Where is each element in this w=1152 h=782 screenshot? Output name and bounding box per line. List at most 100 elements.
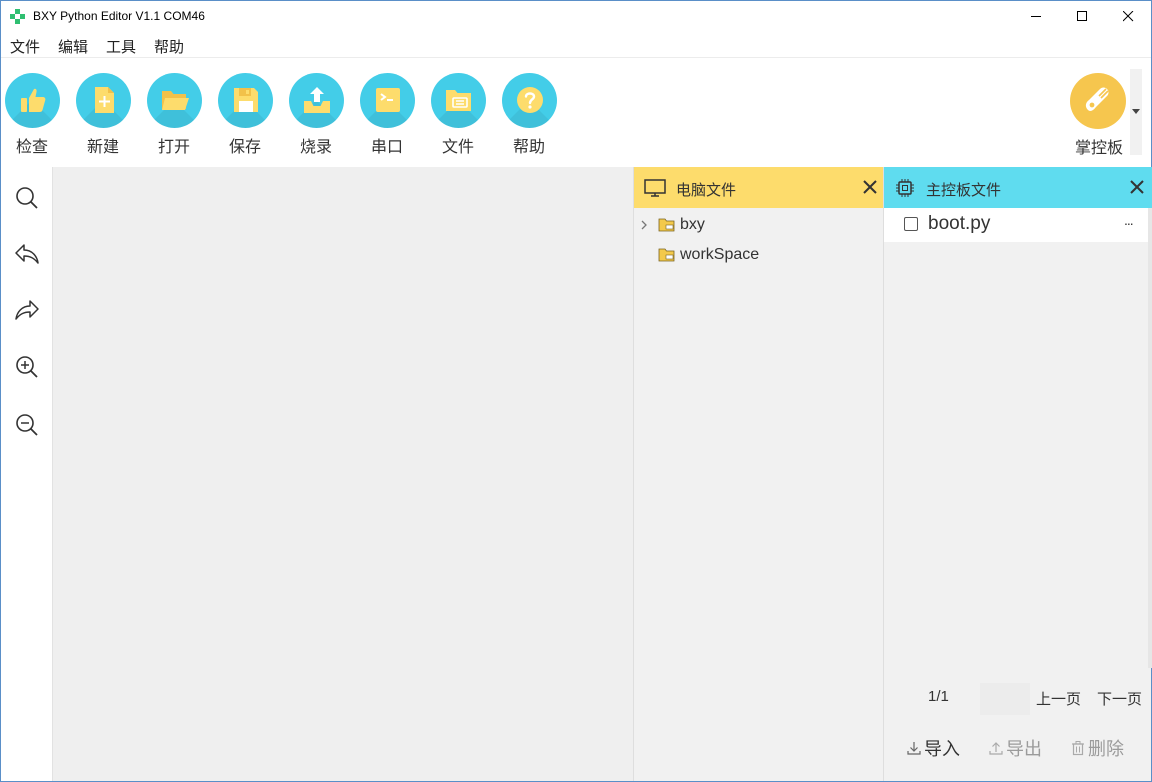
tree-item-bxy[interactable]: bxy bbox=[634, 211, 884, 239]
prev-page-button[interactable]: 上一页 bbox=[1036, 688, 1081, 709]
folder-icon bbox=[658, 218, 675, 232]
trash-icon bbox=[1072, 741, 1084, 756]
delete-button[interactable]: 删除 bbox=[1070, 735, 1124, 761]
undo-icon bbox=[15, 244, 39, 264]
toolbar: 检查 新建 打开 保存 烧录 串口 文件 帮助 掌控板 bbox=[1, 59, 1151, 167]
title-bar: BXY Python Editor V1.1 COM46 bbox=[1, 1, 1151, 32]
flash-button[interactable]: 烧录 bbox=[286, 73, 346, 157]
chevron-right-icon[interactable] bbox=[640, 219, 648, 231]
board-icon bbox=[1085, 87, 1109, 111]
computer-files-header: 电脑文件 bbox=[634, 167, 884, 208]
download-icon bbox=[907, 742, 921, 755]
check-button[interactable]: 检查 bbox=[2, 73, 62, 157]
tree-item-label: bxy bbox=[680, 216, 705, 233]
flash-circle bbox=[289, 73, 344, 128]
zoom-out-button[interactable] bbox=[12, 410, 42, 440]
open-button[interactable]: 打开 bbox=[144, 73, 204, 157]
next-page-button[interactable]: 下一页 bbox=[1097, 688, 1142, 709]
open-folder-icon bbox=[162, 91, 189, 110]
maximize-button[interactable] bbox=[1059, 1, 1105, 32]
open-circle bbox=[147, 73, 202, 128]
redo-icon bbox=[15, 300, 39, 320]
check-label: 检查 bbox=[15, 139, 48, 156]
monitor-icon bbox=[644, 179, 666, 197]
serial-button[interactable]: 串口 bbox=[357, 73, 417, 157]
new-file-icon bbox=[95, 87, 114, 113]
files-button[interactable]: 文件 bbox=[428, 73, 488, 157]
menu-bar: 文件 编辑 工具 帮助 bbox=[1, 32, 1151, 58]
delete-label: 删除 bbox=[1088, 739, 1124, 759]
file-more-button[interactable]: ... bbox=[1124, 212, 1134, 228]
save-button[interactable]: 保存 bbox=[215, 73, 275, 157]
menu-tools[interactable]: 工具 bbox=[106, 36, 136, 57]
export-button[interactable]: 导出 bbox=[988, 735, 1042, 761]
new-button[interactable]: 新建 bbox=[73, 73, 133, 157]
import-button[interactable]: 导入 bbox=[906, 735, 960, 761]
help-label: 帮助 bbox=[512, 139, 545, 156]
zoom-in-icon bbox=[16, 356, 38, 378]
files-circle bbox=[431, 73, 486, 128]
computer-files-title: 电脑文件 bbox=[676, 182, 737, 199]
undo-button[interactable] bbox=[12, 239, 42, 269]
app-window: BXY Python Editor V1.1 COM46 文件 编辑 工具 帮助… bbox=[0, 0, 1152, 782]
app-logo-icon bbox=[10, 9, 25, 24]
board-files-panel: 主控板文件 boot.py ... 1/1 上一页 下一页 导入 导出 删除 bbox=[883, 167, 1152, 781]
upload-icon bbox=[989, 742, 1003, 755]
files-icon bbox=[446, 90, 471, 111]
search-button[interactable] bbox=[12, 183, 42, 213]
help-button[interactable]: 帮助 bbox=[499, 73, 559, 157]
close-icon[interactable] bbox=[862, 179, 878, 195]
close-icon[interactable] bbox=[1129, 179, 1145, 195]
save-label: 保存 bbox=[228, 139, 261, 156]
redo-button[interactable] bbox=[12, 295, 42, 325]
page-input[interactable] bbox=[980, 683, 1030, 715]
file-name: boot.py bbox=[928, 213, 991, 234]
new-circle bbox=[76, 73, 131, 128]
help-circle bbox=[502, 73, 557, 128]
menu-file[interactable]: 文件 bbox=[10, 36, 40, 57]
board-files-title: 主控板文件 bbox=[926, 182, 1002, 199]
board-dropdown-arrow[interactable] bbox=[1130, 69, 1142, 155]
maximize-icon bbox=[1076, 11, 1087, 21]
export-label: 导出 bbox=[1006, 739, 1042, 759]
folder-icon bbox=[658, 248, 675, 262]
board-file-row[interactable]: boot.py ... bbox=[884, 208, 1148, 242]
menu-help[interactable]: 帮助 bbox=[154, 36, 184, 57]
computer-files-panel: 电脑文件 bxy workSpace bbox=[633, 167, 884, 781]
save-icon bbox=[234, 88, 258, 112]
close-button[interactable] bbox=[1105, 1, 1151, 32]
minimize-button[interactable] bbox=[1013, 1, 1059, 32]
file-checkbox[interactable] bbox=[904, 217, 918, 231]
page-indicator: 1/1 bbox=[928, 688, 949, 705]
thumbs-up-icon bbox=[21, 88, 46, 112]
new-label: 新建 bbox=[86, 139, 119, 156]
save-circle bbox=[218, 73, 273, 128]
board-circle bbox=[1070, 73, 1126, 129]
editor-sidebar bbox=[1, 167, 53, 781]
check-circle bbox=[5, 73, 60, 128]
close-icon bbox=[1122, 11, 1133, 22]
terminal-icon bbox=[376, 88, 400, 112]
tree-item-workspace[interactable]: workSpace bbox=[634, 241, 884, 269]
import-label: 导入 bbox=[924, 739, 960, 759]
board-label: 掌控板 bbox=[1074, 140, 1123, 157]
board-files-scrollbar[interactable] bbox=[1148, 208, 1152, 668]
search-icon bbox=[16, 187, 38, 209]
flash-label: 烧录 bbox=[299, 139, 332, 156]
zoom-out-icon bbox=[16, 414, 38, 436]
help-icon bbox=[517, 87, 543, 113]
upload-icon bbox=[304, 87, 330, 113]
menu-edit[interactable]: 编辑 bbox=[58, 36, 88, 57]
serial-circle bbox=[360, 73, 415, 128]
open-label: 打开 bbox=[157, 139, 190, 156]
board-button[interactable]: 掌控板 bbox=[1068, 73, 1130, 157]
serial-label: 串口 bbox=[370, 139, 403, 156]
tree-item-label: workSpace bbox=[680, 246, 760, 263]
minimize-icon bbox=[1030, 16, 1041, 17]
board-files-header: 主控板文件 bbox=[884, 167, 1152, 208]
chip-icon bbox=[896, 179, 914, 197]
files-label: 文件 bbox=[441, 139, 474, 156]
window-title: BXY Python Editor V1.1 COM46 bbox=[33, 9, 205, 23]
zoom-in-button[interactable] bbox=[12, 352, 42, 382]
code-editor[interactable] bbox=[53, 167, 633, 781]
